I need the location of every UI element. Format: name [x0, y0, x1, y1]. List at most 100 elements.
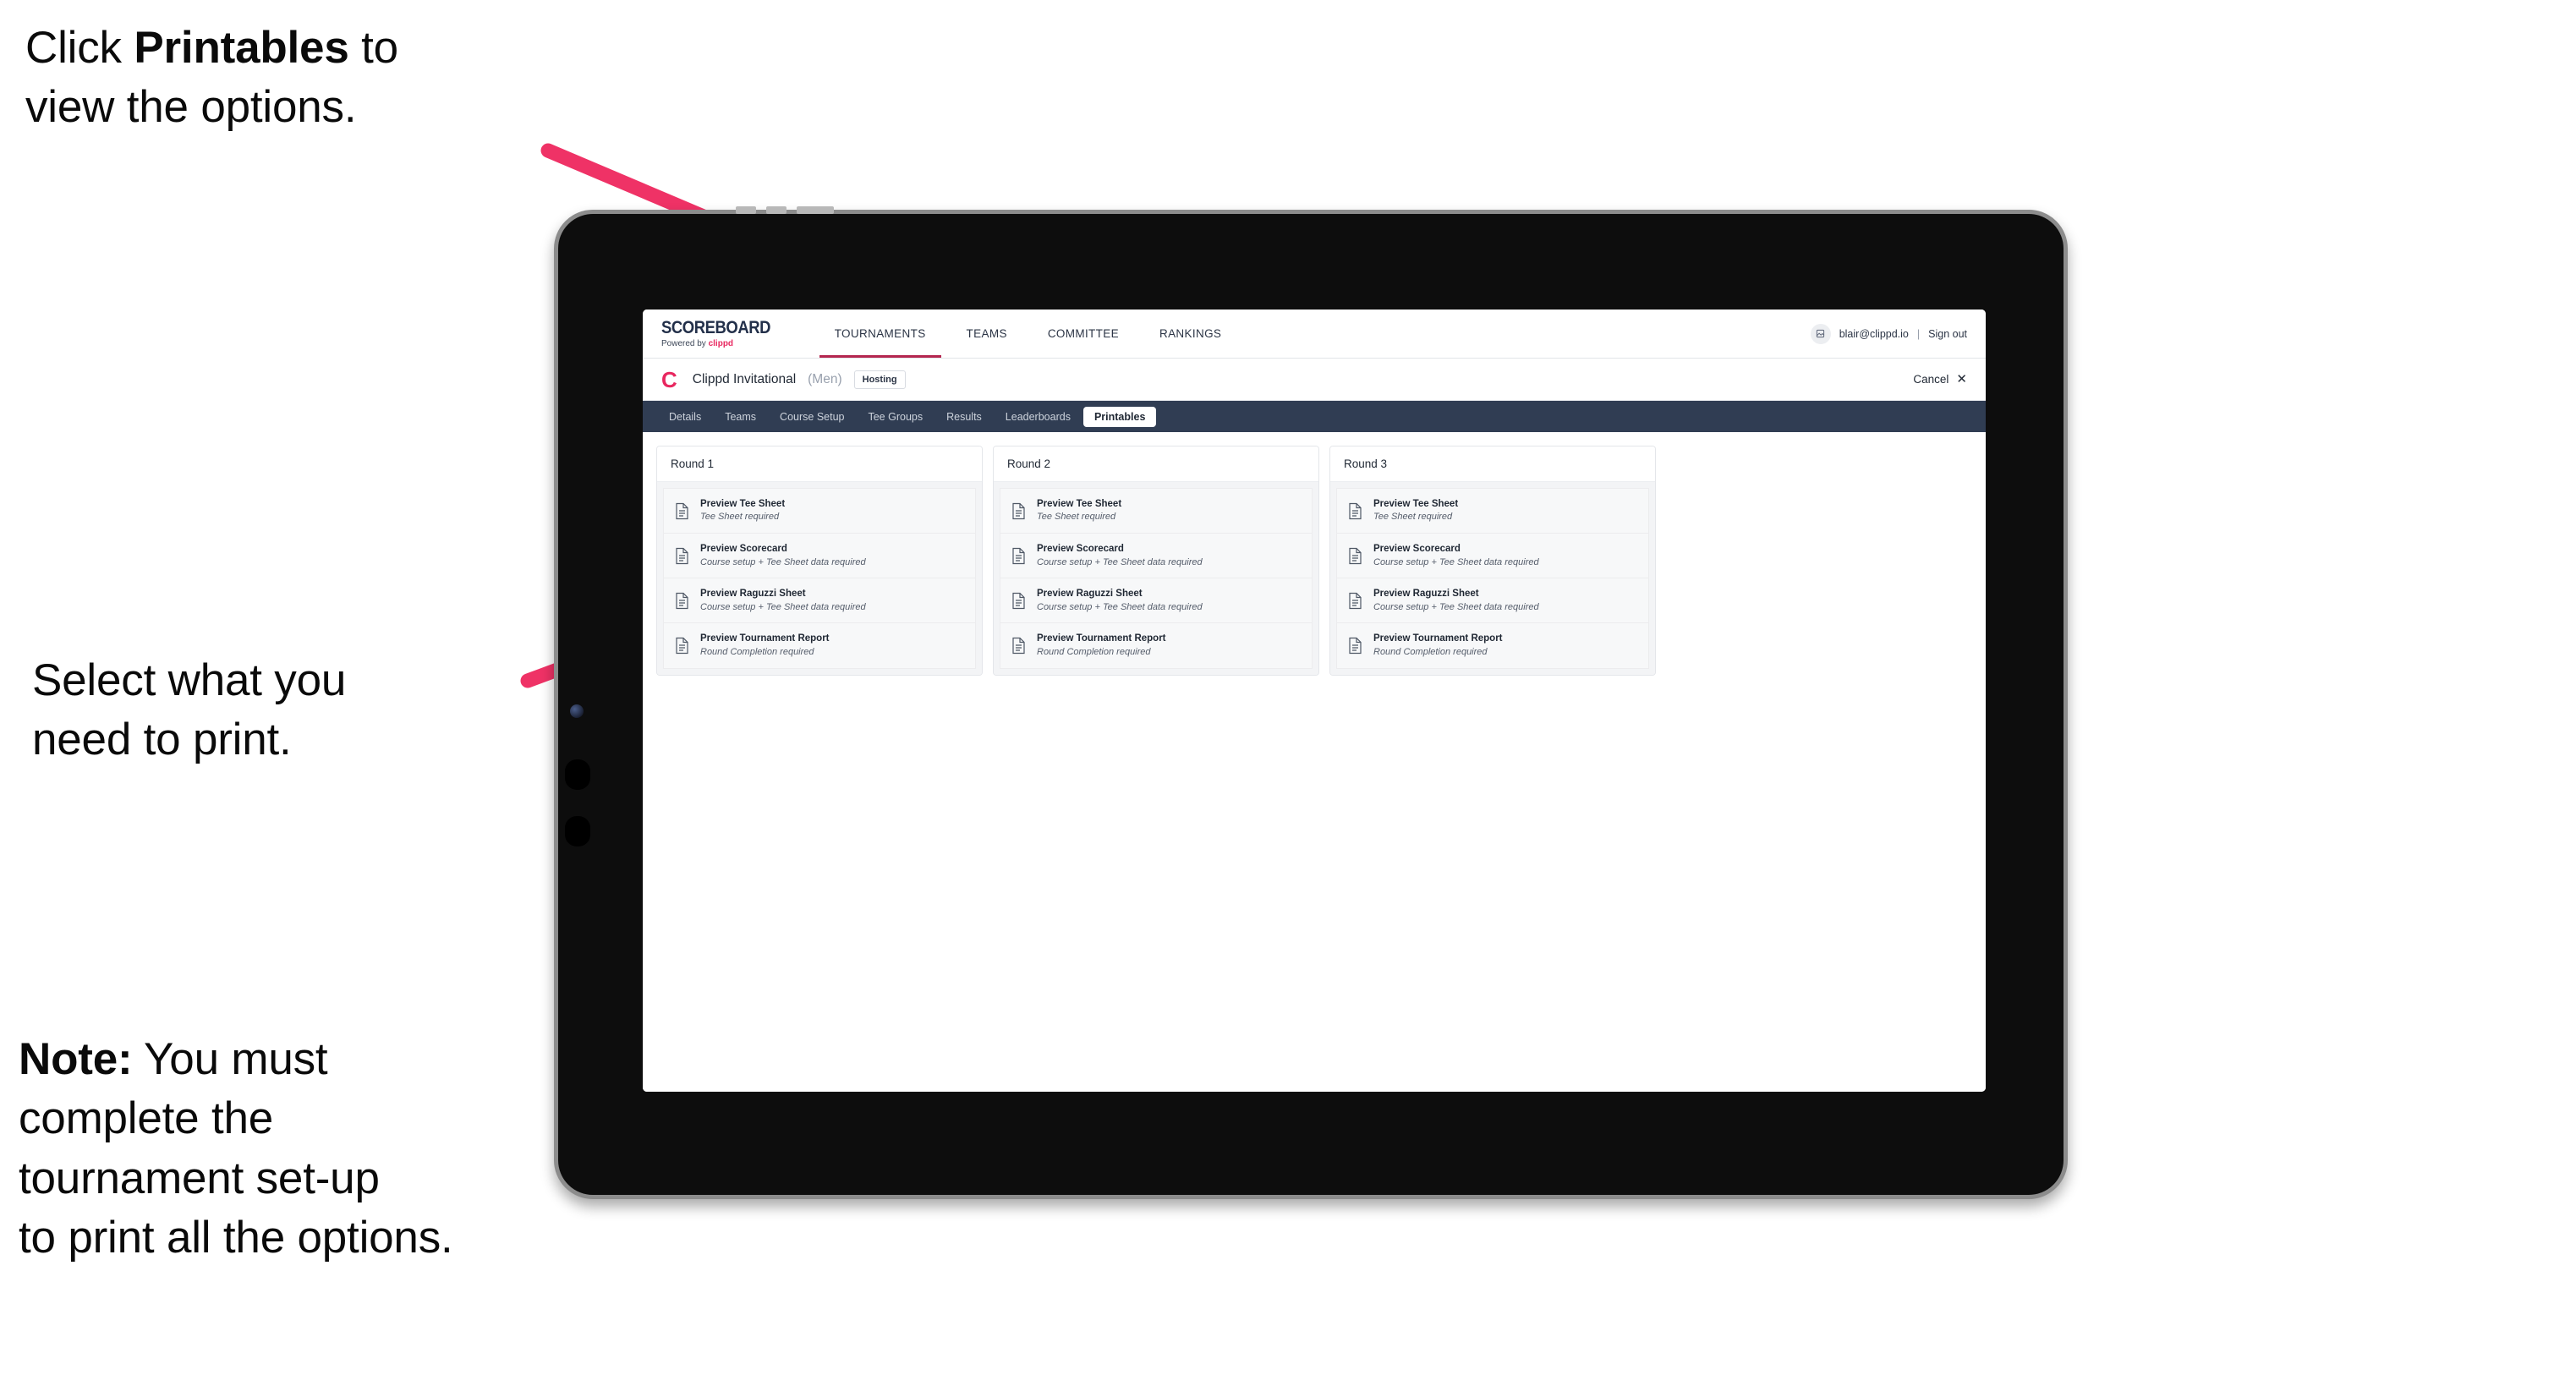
list-item-subtitle: Course setup + Tee Sheet data required	[1037, 556, 1203, 567]
list-item-subtitle: Course setup + Tee Sheet data required	[700, 601, 866, 612]
list-item-title: Preview Raguzzi Sheet	[1037, 589, 1143, 600]
list-item[interactable]: Preview Tournament Report Round Completi…	[1336, 622, 1649, 669]
nav-item-tournaments[interactable]: TOURNAMENTS	[814, 310, 946, 358]
list-item-title: Preview Scorecard	[700, 544, 787, 555]
tablet-device: SCOREBOARD Powered by clippd TOURNAMENTS…	[554, 206, 2068, 1199]
tab-results[interactable]: Results	[935, 407, 993, 427]
list-item-title: Preview Raguzzi Sheet	[700, 589, 806, 600]
document-icon	[675, 547, 689, 565]
annotation-step-2: Select what you need to print.	[32, 655, 347, 765]
round-card-3: Round 3 Preview Tee Sheet Tee Sheet requ…	[1329, 446, 1656, 676]
list-item-title: Preview Scorecard	[1373, 544, 1461, 555]
user-avatar-icon[interactable]	[1810, 323, 1831, 344]
nav-item-committee[interactable]: COMMITTEE	[1028, 310, 1139, 358]
tablet-volume-down-button[interactable]	[565, 816, 590, 846]
list-item-text: Preview Tee Sheet Tee Sheet required	[700, 498, 785, 523]
scoreboard-logo-subtitle: Powered by clippd	[661, 339, 786, 348]
scoreboard-logo-title: SCOREBOARD	[661, 318, 771, 337]
list-item-title: Preview Tournament Report	[1037, 633, 1166, 644]
document-icon	[1011, 637, 1026, 655]
list-item-subtitle: Course setup + Tee Sheet data required	[1037, 601, 1203, 612]
list-item-title: Preview Tee Sheet	[700, 499, 786, 509]
round-card-2-items: Preview Tee Sheet Tee Sheet required Pre…	[994, 482, 1318, 675]
list-item-text: Preview Tournament Report Round Completi…	[700, 633, 830, 658]
clippd-brand-label: clippd	[708, 339, 734, 348]
round-card-1-title: Round 1	[657, 446, 982, 482]
nav-item-teams[interactable]: TEAMS	[946, 310, 1028, 358]
list-item-subtitle: Course setup + Tee Sheet data required	[1373, 601, 1539, 612]
list-item-text: Preview Scorecard Course setup + Tee She…	[1373, 543, 1539, 568]
tab-printables[interactable]: Printables	[1082, 406, 1157, 427]
list-item-title: Preview Tee Sheet	[1373, 499, 1459, 509]
round-card-1-items: Preview Tee Sheet Tee Sheet required Pre…	[657, 482, 982, 675]
printables-panel: Round 1 Preview Tee Sheet Tee Sheet requ…	[643, 432, 1986, 1092]
list-item[interactable]: Preview Raguzzi Sheet Course setup + Tee…	[663, 578, 976, 623]
tablet-top-button-1	[736, 206, 756, 214]
cancel-button[interactable]: Cancel ✕	[1913, 373, 1967, 386]
list-item-subtitle: Course setup + Tee Sheet data required	[700, 556, 866, 567]
list-item-subtitle: Course setup + Tee Sheet data required	[1373, 556, 1539, 567]
document-icon	[1011, 592, 1026, 610]
round-card-3-title: Round 3	[1330, 446, 1655, 482]
list-item[interactable]: Preview Raguzzi Sheet Course setup + Tee…	[1336, 578, 1649, 623]
list-item[interactable]: Preview Scorecard Course setup + Tee She…	[1000, 533, 1313, 578]
list-item-subtitle: Tee Sheet required	[700, 512, 780, 523]
list-item-title: Preview Scorecard	[1037, 544, 1124, 555]
round-card-1: Round 1 Preview Tee Sheet Tee Sheet requ…	[656, 446, 983, 676]
list-item-text: Preview Scorecard Course setup + Tee She…	[1037, 543, 1203, 568]
round-card-2-title: Round 2	[994, 446, 1318, 482]
list-item-text: Preview Raguzzi Sheet Course setup + Tee…	[1037, 588, 1203, 613]
nav-item-rankings[interactable]: RANKINGS	[1139, 310, 1241, 358]
list-item-text: Preview Tee Sheet Tee Sheet required	[1373, 498, 1458, 523]
list-item-text: Preview Scorecard Course setup + Tee She…	[700, 543, 866, 568]
list-item-text: Preview Tournament Report Round Completi…	[1037, 633, 1166, 658]
tab-teams[interactable]: Teams	[714, 407, 767, 427]
tab-tee-groups[interactable]: Tee Groups	[857, 407, 934, 427]
scoreboard-logo[interactable]: SCOREBOARD Powered by clippd	[661, 310, 814, 358]
list-item[interactable]: Preview Tee Sheet Tee Sheet required	[1000, 488, 1313, 534]
round-card-2: Round 2 Preview Tee Sheet Tee Sheet requ…	[993, 446, 1319, 676]
tablet-camera-icon	[570, 704, 584, 718]
list-item-subtitle: Tee Sheet required	[1373, 512, 1453, 523]
list-item[interactable]: Preview Scorecard Course setup + Tee She…	[1336, 533, 1649, 578]
powered-by-label: Powered by	[661, 339, 709, 348]
list-item[interactable]: Preview Scorecard Course setup + Tee She…	[663, 533, 976, 578]
user-email-label: blair@clippd.io	[1839, 327, 1909, 340]
list-item[interactable]: Preview Tee Sheet Tee Sheet required	[663, 488, 976, 534]
tournament-gender: (Men)	[808, 371, 842, 386]
list-item-title: Preview Raguzzi Sheet	[1373, 589, 1479, 600]
tab-course-setup[interactable]: Course Setup	[769, 407, 855, 427]
list-item-text: Preview Tournament Report Round Completi…	[1373, 633, 1503, 658]
tab-details[interactable]: Details	[658, 407, 712, 427]
list-item[interactable]: Preview Tournament Report Round Completi…	[1000, 622, 1313, 669]
annotation-note-bold: Note:	[19, 1034, 133, 1084]
list-item-title: Preview Tournament Report	[1373, 633, 1503, 644]
primary-nav-items: TOURNAMENTS TEAMS COMMITTEE RANKINGS	[814, 310, 1242, 358]
cancel-button-label: Cancel	[1913, 373, 1949, 386]
account-separator: |	[1916, 327, 1921, 340]
clippd-c-icon: C	[661, 366, 677, 392]
sign-out-button[interactable]: Sign out	[1928, 328, 1967, 340]
list-item[interactable]: Preview Raguzzi Sheet Course setup + Tee…	[1000, 578, 1313, 623]
list-item[interactable]: Preview Tournament Report Round Completi…	[663, 622, 976, 669]
account-area: blair@clippd.io | Sign out	[1810, 310, 1986, 358]
tablet-top-button-3	[797, 206, 834, 214]
app-screen: SCOREBOARD Powered by clippd TOURNAMENTS…	[643, 310, 1986, 1092]
tablet-volume-up-button[interactable]	[565, 759, 590, 790]
annotation-step-1-prefix: Click	[25, 23, 134, 73]
document-icon	[1348, 592, 1362, 610]
tournament-subtab-bar: Details Teams Course Setup Tee Groups Re…	[643, 401, 1986, 432]
document-icon	[675, 502, 689, 520]
list-item-text: Preview Tee Sheet Tee Sheet required	[1037, 498, 1121, 523]
document-icon	[675, 592, 689, 610]
tablet-top-button-2	[766, 206, 787, 214]
document-icon	[1348, 547, 1362, 565]
rounds-container: Round 1 Preview Tee Sheet Tee Sheet requ…	[656, 446, 1972, 676]
tournament-name: Clippd Invitational	[692, 371, 797, 386]
annotation-step-1: Click Printables to view the options.	[25, 19, 584, 138]
list-item-subtitle: Round Completion required	[1037, 646, 1151, 657]
list-item-subtitle: Tee Sheet required	[1037, 512, 1116, 523]
document-icon	[1348, 637, 1362, 655]
list-item[interactable]: Preview Tee Sheet Tee Sheet required	[1336, 488, 1649, 534]
tab-leaderboards[interactable]: Leaderboards	[995, 407, 1082, 427]
